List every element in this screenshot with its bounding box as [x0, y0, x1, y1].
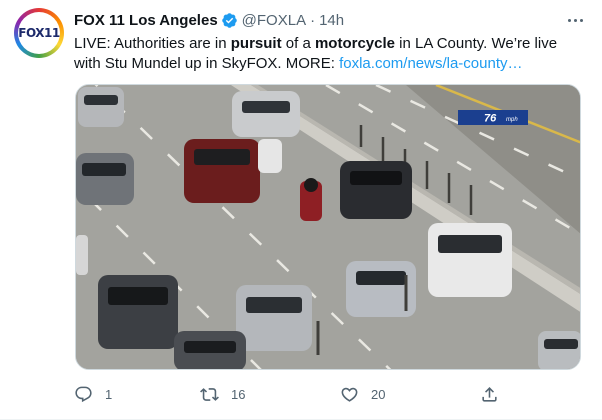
- like-count: 20: [371, 386, 386, 402]
- retweet-button[interactable]: 16: [200, 382, 245, 406]
- tweet-text-bold: pursuit: [230, 35, 282, 52]
- speed-unit: mph: [506, 117, 518, 123]
- user-handle[interactable]: @FOXLA: [242, 12, 306, 29]
- speed-value: 76: [484, 113, 497, 125]
- verified-badge-icon: [221, 12, 238, 29]
- avatar-logo-text: FOX11: [18, 26, 60, 40]
- avatar-inner: FOX11: [18, 12, 60, 54]
- tweet-text-part: of a: [281, 35, 315, 52]
- freeway-aerial-scene: 76 mph: [76, 85, 580, 369]
- tweet-header: FOX 11 Los Angeles @FOXLA · 14h: [74, 10, 344, 30]
- timestamp[interactable]: 14h: [319, 12, 344, 29]
- retweet-count: 16: [231, 386, 246, 402]
- tweet[interactable]: FOX11 FOX 11 Los Angeles @FOXLA · 14h LI…: [0, 0, 602, 420]
- tweet-text-bold: motorcycle: [314, 35, 396, 52]
- tweet-video[interactable]: 76 mph: [75, 84, 581, 370]
- heart-icon: [341, 387, 358, 402]
- display-name[interactable]: FOX 11 Los Angeles: [74, 12, 218, 29]
- avatar[interactable]: FOX11: [14, 8, 64, 58]
- retweet-icon: [200, 387, 219, 401]
- reply-icon: [75, 386, 92, 402]
- tweet-actions: 1 16 20: [74, 382, 554, 406]
- article-link[interactable]: foxla.com/news/la-county…: [339, 55, 522, 72]
- separator-dot: ·: [310, 11, 316, 29]
- share-icon: [482, 386, 497, 402]
- tweet-text-part: LIVE: Authorities are in: [74, 35, 231, 52]
- more-options-icon[interactable]: [564, 10, 586, 30]
- share-button[interactable]: [480, 382, 499, 406]
- reply-button[interactable]: 1: [74, 382, 112, 406]
- tweet-text: LIVE: Authorities are in pursuit of a mo…: [74, 34, 574, 74]
- like-button[interactable]: 20: [340, 382, 385, 406]
- reply-count: 1: [105, 386, 113, 402]
